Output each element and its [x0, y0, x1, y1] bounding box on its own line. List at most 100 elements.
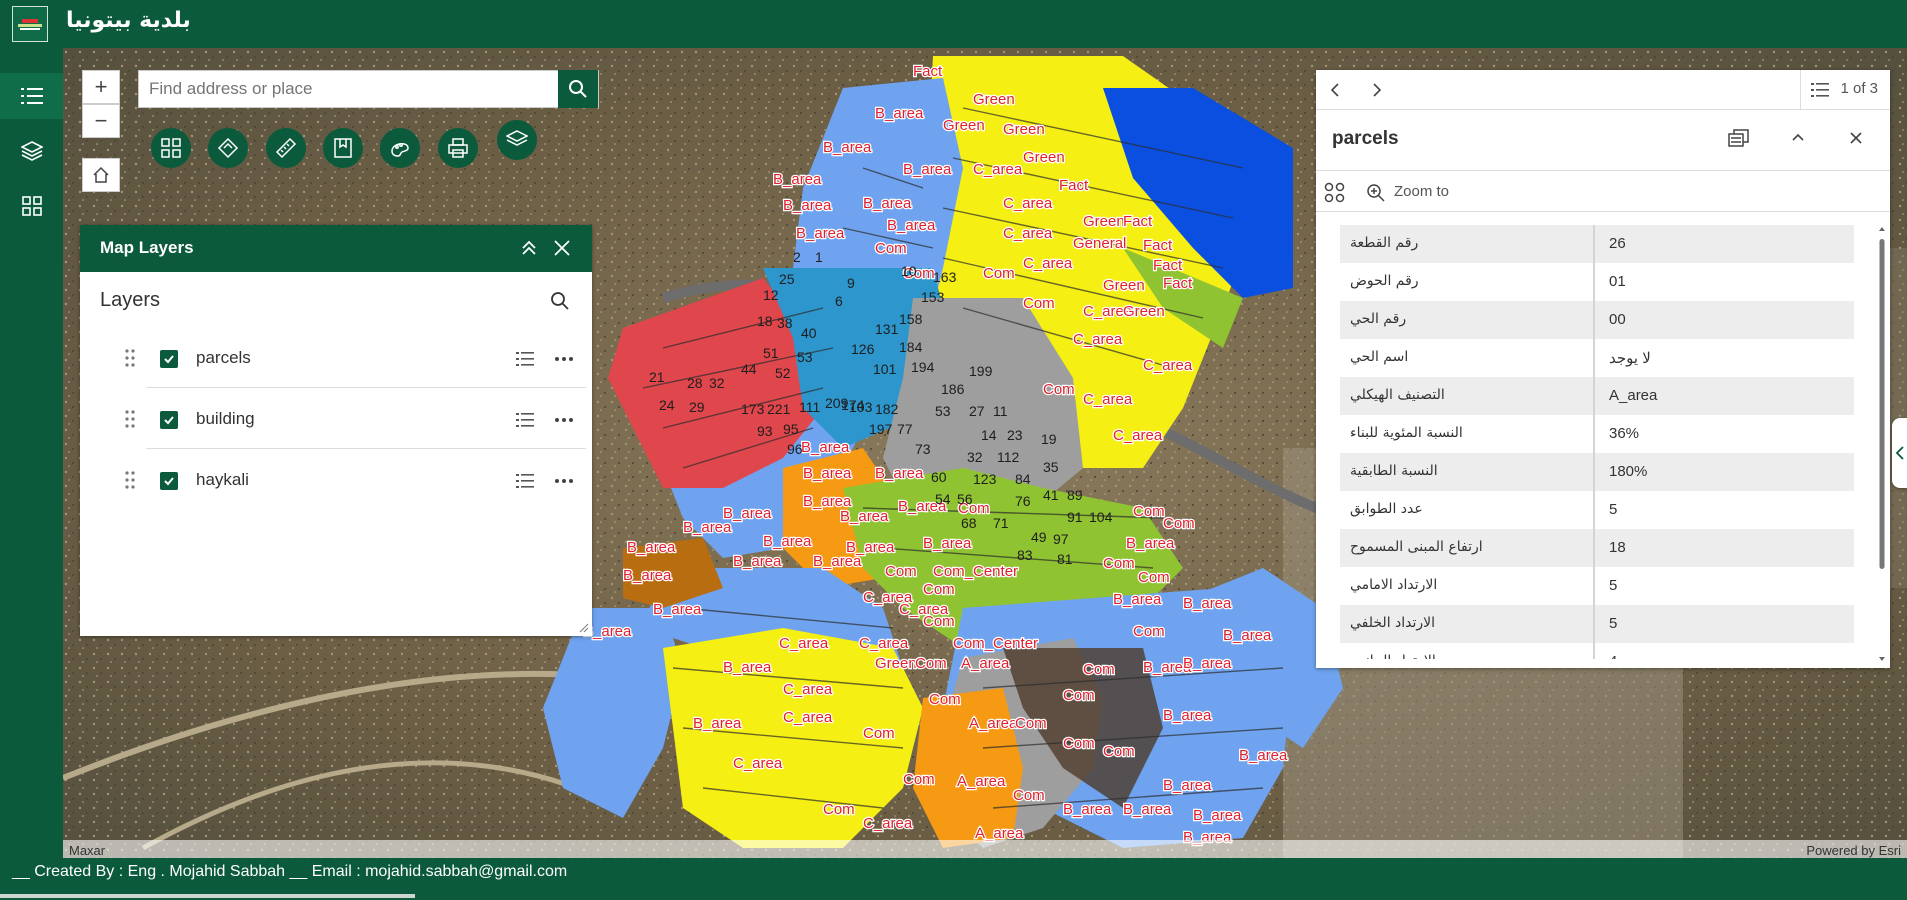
svg-text:Com: Com [1013, 787, 1045, 804]
grid-icon [161, 138, 181, 158]
attribute-key: رقم الحي [1340, 301, 1595, 339]
svg-text:Fact: Fact [1059, 177, 1089, 194]
legend-icon[interactable] [516, 350, 534, 368]
table-row: النسبة المئوية للبناء 36% [1340, 415, 1854, 453]
drag-handle-icon[interactable] [124, 409, 136, 429]
drag-handle-icon[interactable] [124, 470, 136, 490]
svg-text:Fact: Fact [1143, 237, 1173, 254]
attribution-powered-by[interactable]: Powered by Esri [1806, 843, 1901, 858]
attribute-value: 5 [1609, 501, 1618, 518]
actions-menu-icon[interactable] [1324, 182, 1346, 204]
collapse-icon[interactable] [1790, 130, 1806, 146]
search-input[interactable] [139, 71, 558, 107]
list-icon [20, 88, 43, 104]
svg-text:6: 6 [835, 293, 843, 309]
svg-text:Com: Com [1103, 743, 1135, 760]
svg-text:21: 21 [649, 369, 665, 385]
app-header: بلدية بيتونيا [0, 0, 1907, 48]
attribute-key: رقم الحوض [1340, 263, 1595, 301]
legend-icon[interactable] [516, 411, 534, 429]
next-icon[interactable] [1368, 82, 1384, 98]
attribute-value: 18 [1609, 539, 1626, 556]
layer-row-building[interactable]: building [125, 389, 586, 449]
search-button[interactable] [558, 70, 598, 108]
popup-scrollbar[interactable] [1878, 225, 1886, 665]
layer-visibility-checkbox[interactable] [160, 411, 178, 429]
check-icon [164, 355, 174, 364]
more-options-icon[interactable] [554, 350, 574, 368]
svg-text:B_area: B_area [1183, 595, 1232, 612]
legend-icon[interactable] [516, 472, 534, 490]
popup-actions: Zoom to [1316, 170, 1890, 212]
feature-popup: 1 of 3 parcels Zoom to رقم القطعة 26 رقم … [1316, 70, 1890, 668]
svg-text:10: 10 [901, 263, 917, 279]
layer-list-button[interactable] [0, 73, 63, 119]
home-button[interactable] [82, 158, 120, 192]
zoom-in-button[interactable]: + [82, 70, 120, 104]
svg-text:General: General [1073, 235, 1126, 252]
layer-visibility-checkbox[interactable] [160, 472, 178, 490]
svg-text:C_area: C_area [1143, 357, 1193, 374]
more-options-icon[interactable] [554, 411, 574, 429]
more-options-icon[interactable] [554, 472, 574, 490]
municipality-logo[interactable] [12, 6, 48, 42]
home-icon [93, 166, 109, 183]
attribute-value: 5 [1609, 615, 1618, 632]
svg-text:73: 73 [915, 441, 931, 457]
attribute-value: A_area [1609, 387, 1658, 404]
app-title: بلدية بيتونيا [66, 8, 191, 33]
attribute-key: التصنيف الهيكلي [1340, 377, 1595, 415]
expand-panel-tab[interactable] [1892, 418, 1907, 488]
collapse-icon[interactable] [520, 239, 538, 257]
svg-text:184: 184 [899, 339, 923, 355]
zoom-to-button[interactable]: Zoom to [1394, 183, 1449, 200]
widgets-button[interactable] [0, 183, 63, 229]
tool-print-button[interactable] [438, 128, 478, 168]
drag-handle-icon[interactable] [124, 348, 136, 368]
bookmark-icon [334, 138, 352, 158]
dock-icon[interactable] [1728, 128, 1750, 148]
svg-text:B_area: B_area [763, 533, 812, 550]
layer-row-parcels[interactable]: parcels [125, 328, 586, 388]
svg-text:B_area: B_area [863, 195, 912, 212]
tool-measure-button[interactable] [266, 128, 306, 168]
svg-text:Green: Green [1083, 213, 1125, 230]
svg-text:C_area: C_area [1003, 195, 1053, 212]
svg-text:209: 209 [825, 395, 849, 411]
search-icon[interactable] [550, 291, 570, 311]
svg-text:B_area: B_area [723, 659, 772, 676]
attribute-key: الارتداد الجانبي [1340, 643, 1595, 659]
svg-text:40: 40 [801, 325, 817, 341]
tool-basemap-button[interactable] [380, 128, 420, 168]
close-icon[interactable] [553, 239, 571, 257]
layer-row-haykali[interactable]: haykali [125, 450, 586, 510]
svg-text:B_area: B_area [1239, 747, 1288, 764]
tool-layers-button[interactable] [497, 120, 537, 160]
svg-text:Fact: Fact [1123, 213, 1153, 230]
footer-scrollbar[interactable] [0, 894, 415, 898]
svg-text:12: 12 [763, 287, 779, 303]
layers-button[interactable] [0, 128, 63, 174]
layer-visibility-checkbox[interactable] [160, 350, 178, 368]
svg-text:1: 1 [815, 249, 823, 265]
svg-text:60: 60 [931, 469, 947, 485]
resize-handle-icon[interactable] [577, 621, 589, 633]
zoom-out-button[interactable]: − [82, 104, 120, 138]
table-row: الارتداد الامامي 5 [1340, 567, 1854, 605]
table-row: الارتداد الجانبي4 [1340, 643, 1854, 659]
svg-text:B_area: B_area [783, 197, 832, 214]
tool-grid-button[interactable] [151, 128, 191, 168]
svg-text:C_area: C_area [1003, 225, 1053, 242]
svg-text:76: 76 [1015, 493, 1031, 509]
panel-title: Map Layers [100, 238, 194, 257]
zoom-to-icon[interactable] [1366, 183, 1386, 203]
close-icon[interactable] [1848, 130, 1864, 146]
feature-menu-button[interactable]: 1 of 3 [1800, 70, 1890, 110]
svg-text:123: 123 [973, 471, 997, 487]
tool-bookmark-button[interactable] [323, 128, 363, 168]
previous-icon[interactable] [1328, 82, 1344, 98]
panel-header: Map Layers [80, 225, 592, 272]
tool-sketch-button[interactable] [208, 128, 248, 168]
svg-text:Com: Com [1015, 715, 1047, 732]
svg-text:B_area: B_area [1163, 777, 1212, 794]
